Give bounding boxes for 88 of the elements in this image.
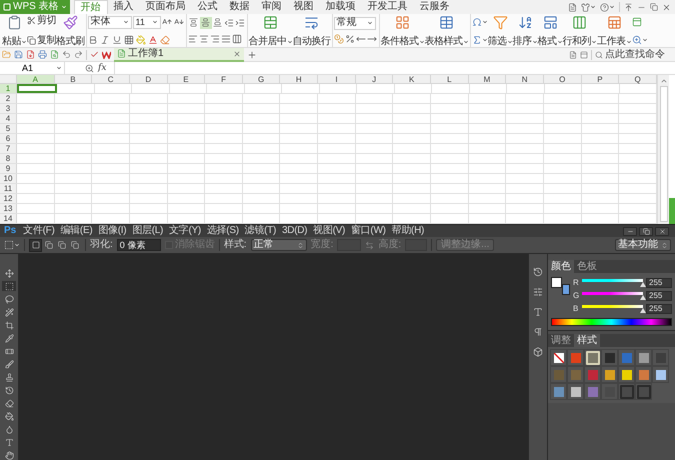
column-header[interactable]: G xyxy=(242,75,280,83)
channel-value-field[interactable]: 255 xyxy=(646,278,672,288)
ribbon-button[interactable]: 格式 xyxy=(538,14,562,46)
paste-button[interactable]: 粘贴 xyxy=(2,14,27,46)
merge-center-button[interactable]: 合并居中 xyxy=(248,14,292,46)
channel-label: R xyxy=(573,278,579,286)
panel-tab[interactable]: 色板 xyxy=(574,260,600,273)
menu-item[interactable]: 选择(S) xyxy=(204,226,242,236)
column-header[interactable]: L xyxy=(431,75,469,83)
column-header[interactable]: C xyxy=(92,75,130,83)
row-header[interactable]: 10 xyxy=(0,174,17,183)
row-header[interactable]: 5 xyxy=(0,124,17,133)
ribbon-tab[interactable]: 开始 xyxy=(74,0,108,14)
row-header[interactable]: 1 xyxy=(0,84,17,93)
menu-item[interactable]: 帮助(H) xyxy=(388,226,428,236)
row-header[interactable]: 4 xyxy=(0,114,17,123)
column-header[interactable]: K xyxy=(393,75,432,83)
format-painter-button[interactable]: 格式刷 xyxy=(56,14,84,46)
feather-label: 羽化: xyxy=(90,240,113,250)
ribbon-tab[interactable]: 加载项 xyxy=(320,0,362,14)
menu-item[interactable]: 文件(F) xyxy=(20,226,58,236)
ribbon-tab[interactable]: 视图 xyxy=(288,0,320,14)
row-header[interactable]: 11 xyxy=(0,184,17,193)
menu-item[interactable]: 文字(Y) xyxy=(166,226,204,236)
ribbon-button[interactable]: 筛选 xyxy=(488,14,512,46)
column-header[interactable]: A xyxy=(17,75,55,83)
ribbon-tab[interactable]: 开发工具 xyxy=(362,0,414,14)
panel-tab[interactable]: 调整 xyxy=(548,334,574,347)
cut-button[interactable]: 剪切 xyxy=(27,16,56,26)
wrap-text-button[interactable]: 自动换行 xyxy=(292,14,330,46)
menu-item[interactable]: 滤镜(T) xyxy=(242,226,280,236)
column-header[interactable]: N xyxy=(506,75,544,83)
function-label[interactable]: fx xyxy=(98,64,106,72)
ribbon-button[interactable]: 排序 xyxy=(512,14,538,46)
menu-item[interactable]: 图层(L) xyxy=(129,226,166,236)
column-header[interactable]: D xyxy=(130,75,168,83)
style-select[interactable]: 正常 xyxy=(250,239,307,251)
panel-tab[interactable]: 样式 xyxy=(574,334,600,347)
style-label: 样式: xyxy=(224,240,247,250)
ribbon-tab[interactable]: 页面布局 xyxy=(140,0,192,14)
menu-item[interactable]: 窗口(W) xyxy=(348,226,389,236)
workspace-select[interactable]: 基本功能 xyxy=(615,239,671,251)
row-header[interactable]: 13 xyxy=(0,204,17,213)
channel-value-field[interactable]: 255 xyxy=(646,304,672,314)
column-header[interactable]: J xyxy=(356,75,394,83)
column-header[interactable]: H xyxy=(280,75,318,83)
feather-field[interactable]: 0 像素 xyxy=(116,239,161,251)
font-size-select[interactable]: 11 xyxy=(132,16,160,28)
row-header[interactable]: 8 xyxy=(0,154,17,163)
column-header[interactable]: E xyxy=(168,75,206,83)
ribbon-tab[interactable]: 数据 xyxy=(224,0,256,14)
ribbon-button[interactable]: 工作表 xyxy=(597,14,632,46)
column-header[interactable]: B xyxy=(54,75,92,83)
column-header[interactable]: F xyxy=(205,75,243,83)
channel-label: G xyxy=(573,292,579,300)
row-header[interactable]: 3 xyxy=(0,104,17,113)
column-header[interactable]: M xyxy=(468,75,506,83)
ribbon-button[interactable]: 行和列 xyxy=(562,14,597,46)
menu-item[interactable]: 视图(V) xyxy=(310,226,348,236)
row-header[interactable]: 2 xyxy=(0,94,17,103)
channel-value-field[interactable]: 255 xyxy=(646,290,672,300)
ribbon-tab[interactable]: 审阅 xyxy=(256,0,288,14)
panel-tab[interactable]: 颜色 xyxy=(548,260,574,273)
number-format-select[interactable]: 常规 xyxy=(334,16,376,30)
ribbon-tab[interactable]: 插入 xyxy=(108,0,140,14)
row-header[interactable]: 6 xyxy=(0,134,17,143)
copy-button[interactable]: 复制 xyxy=(27,36,56,46)
menu-item[interactable]: 图像(I) xyxy=(95,226,130,236)
row-header[interactable]: 7 xyxy=(0,144,17,153)
row-header[interactable]: 9 xyxy=(0,164,17,173)
menu-item[interactable]: 3D(D) xyxy=(279,226,310,236)
row-header[interactable]: 12 xyxy=(0,194,17,203)
app-logo: Ps xyxy=(3,226,18,236)
command-search-field[interactable]: 点此查找命令 xyxy=(595,49,673,60)
width-label: 宽度: xyxy=(310,240,334,250)
ribbon-tab[interactable]: 公式 xyxy=(192,0,224,14)
column-header[interactable]: O xyxy=(544,75,582,83)
channel-label: B xyxy=(573,304,579,312)
column-header[interactable]: I xyxy=(318,75,356,83)
font-name-select[interactable]: 宋体 xyxy=(88,16,132,28)
column-header[interactable]: P xyxy=(582,75,620,83)
conditional-format-button[interactable]: 条件格式 xyxy=(380,14,424,46)
menu-item[interactable]: 编辑(E) xyxy=(58,226,96,236)
ribbon-tab[interactable]: 云服务 xyxy=(414,0,456,14)
document-tab[interactable]: 工作簿1 xyxy=(114,48,244,62)
row-header[interactable]: 14 xyxy=(0,214,17,223)
height-label: 高度: xyxy=(378,240,402,250)
table-style-button[interactable]: 表格样式 xyxy=(424,14,468,46)
